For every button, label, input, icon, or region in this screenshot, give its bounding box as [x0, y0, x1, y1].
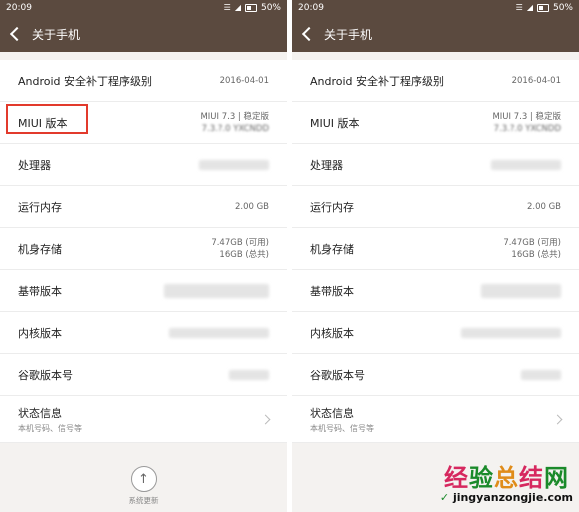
row-storage[interactable]: 机身存储 7.47GB (可用) 16GB (总共): [292, 228, 579, 270]
row-security-patch[interactable]: Android 安全补丁程序级别 2016-04-01: [0, 60, 287, 102]
watermark-main: 经验总结网: [443, 464, 569, 492]
row-value-line1: 7.47GB (可用): [211, 237, 269, 248]
row-label: 基带版本: [18, 284, 62, 298]
row-status-info[interactable]: 状态信息 本机号码、信号等: [0, 396, 287, 443]
left-screenshot: 20:09 ☰ ◢ 50% 关于手机 Android 安全补丁程序级别 2016…: [0, 0, 287, 512]
chevron-right-icon: [260, 414, 271, 424]
blurred-value: [521, 369, 561, 380]
row-label: 处理器: [18, 158, 51, 172]
battery-icon: [244, 4, 257, 12]
status-time: 20:09: [6, 3, 32, 13]
row-miui-version[interactable]: MIUI 版本 MIUI 7.3 | 稳定版 7.3.?.0 YXCNDD: [0, 102, 287, 144]
status-bar: 20:09 ☰ ◢ 50%: [0, 0, 287, 16]
row-value: MIUI 7.3 | 稳定版 7.3.?.0 YXCNDD: [492, 111, 561, 135]
signal-icon: ◢: [234, 3, 241, 12]
battery-icon: [536, 4, 549, 12]
row-sub: 本机号码、信号等: [310, 423, 374, 433]
wifi-icon: ☰: [223, 3, 231, 12]
arrow-up-icon[interactable]: ↑: [130, 466, 157, 492]
row-value: MIUI 7.3 | 稳定版 7.3.?.0 YXCNDD: [200, 111, 269, 135]
wifi-icon: ☰: [515, 3, 523, 12]
row-sub: 本机号码、信号等: [18, 423, 82, 433]
blurred-value: [169, 327, 269, 338]
row-status-info[interactable]: 状态信息 本机号码、信号等: [292, 396, 579, 443]
page-title: 关于手机: [324, 27, 373, 42]
system-update-label: 系统更新: [128, 496, 159, 505]
back-icon[interactable]: [301, 26, 317, 42]
row-label: 机身存储: [18, 242, 62, 256]
row-label: Android 安全补丁程序级别: [310, 74, 445, 88]
row-value-line2: 16GB (总共): [511, 249, 561, 260]
watermark: 经验总结网 ✓ jingyanzongjie.com: [440, 458, 573, 504]
title-bar: 关于手机: [292, 16, 579, 52]
row-ram[interactable]: 运行内存 2.00 GB: [292, 186, 579, 228]
row-value: 2016-04-01: [511, 75, 561, 86]
system-update[interactable]: ↑ 系统更新: [0, 460, 287, 512]
status-time: 20:09: [298, 3, 324, 13]
row-kernel[interactable]: 内核版本: [292, 312, 579, 354]
settings-list: Android 安全补丁程序级别 2016-04-01 MIUI 版本 MIUI…: [292, 60, 579, 443]
row-baseband[interactable]: 基带版本: [0, 270, 287, 312]
blurred-value: [461, 327, 561, 338]
row-value: 7.47GB (可用) 16GB (总共): [211, 237, 269, 261]
row-processor[interactable]: 处理器: [0, 144, 287, 186]
row-label: 运行内存: [310, 200, 354, 214]
row-value-line1: 7.47GB (可用): [503, 237, 561, 248]
battery-percent: 50%: [260, 3, 281, 13]
title-bar: 关于手机: [0, 16, 287, 52]
watermark-url: ✓ jingyanzongjie.com: [439, 491, 573, 504]
battery-percent: 50%: [552, 3, 573, 13]
blurred-value: [199, 159, 269, 170]
row-value-line2: 7.3.?.0 YXCNDD: [201, 123, 269, 134]
settings-list: Android 安全补丁程序级别 2016-04-01 MIUI 版本 MIUI…: [0, 60, 287, 443]
row-value-line1: MIUI 7.3 | 稳定版: [492, 111, 561, 122]
blurred-value: [481, 283, 561, 298]
status-icons: ☰ ◢ 50%: [516, 3, 573, 13]
signal-icon: ◢: [526, 3, 533, 12]
row-label: 基带版本: [310, 284, 354, 298]
row-label: MIUI 版本: [18, 116, 68, 130]
row-label: 处理器: [310, 158, 343, 172]
row-text-group: 状态信息 本机号码、信号等: [310, 405, 374, 434]
blurred-value: [491, 159, 561, 170]
row-label: 谷歌版本号: [18, 368, 73, 382]
row-storage[interactable]: 机身存储 7.47GB (可用) 16GB (总共): [0, 228, 287, 270]
row-ram[interactable]: 运行内存 2.00 GB: [0, 186, 287, 228]
row-label: 内核版本: [18, 326, 62, 340]
blurred-value: [229, 369, 269, 380]
page-title: 关于手机: [32, 27, 81, 42]
row-label: 状态信息: [310, 406, 354, 420]
row-label: 状态信息: [18, 406, 62, 420]
blurred-value: [164, 283, 269, 298]
row-value-line1: MIUI 7.3 | 稳定版: [200, 111, 269, 122]
row-value: 2.00 GB: [234, 201, 269, 212]
row-google-version[interactable]: 谷歌版本号: [0, 354, 287, 396]
row-value: 2.00 GB: [526, 201, 561, 212]
row-label: Android 安全补丁程序级别: [18, 74, 153, 88]
row-label: 内核版本: [310, 326, 354, 340]
row-value: 7.47GB (可用) 16GB (总共): [503, 237, 561, 261]
row-security-patch[interactable]: Android 安全补丁程序级别 2016-04-01: [292, 60, 579, 102]
row-label: 机身存储: [310, 242, 354, 256]
row-value-line2: 16GB (总共): [219, 249, 269, 260]
status-bar: 20:09 ☰ ◢ 50%: [292, 0, 579, 16]
row-label: 谷歌版本号: [310, 368, 365, 382]
right-screenshot: 20:09 ☰ ◢ 50% 关于手机 Android 安全补丁程序级别 2016…: [292, 0, 579, 512]
row-baseband[interactable]: 基带版本: [292, 270, 579, 312]
row-google-version[interactable]: 谷歌版本号: [292, 354, 579, 396]
back-icon[interactable]: [9, 26, 25, 42]
row-label: MIUI 版本: [310, 116, 360, 130]
status-icons: ☰ ◢ 50%: [224, 3, 281, 13]
row-label: 运行内存: [18, 200, 62, 214]
row-value: 2016-04-01: [219, 75, 269, 86]
chevron-right-icon: [552, 414, 563, 424]
row-kernel[interactable]: 内核版本: [0, 312, 287, 354]
row-processor[interactable]: 处理器: [292, 144, 579, 186]
row-value-line2: 7.3.?.0 YXCNDD: [493, 123, 561, 134]
row-miui-version[interactable]: MIUI 版本 MIUI 7.3 | 稳定版 7.3.?.0 YXCNDD: [292, 102, 579, 144]
row-text-group: 状态信息 本机号码、信号等: [18, 405, 82, 434]
